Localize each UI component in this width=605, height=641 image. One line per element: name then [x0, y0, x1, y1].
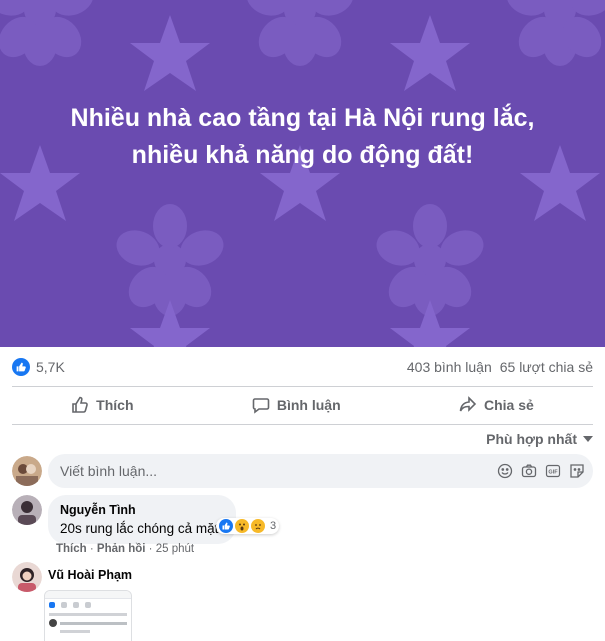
- comment-input-placeholder: Viết bình luận...: [60, 463, 158, 479]
- comment-composer: Viết bình luận... GIF: [12, 454, 593, 488]
- avatar[interactable]: [12, 562, 42, 592]
- wow-reaction-icon: [235, 519, 249, 533]
- post-stats: 5,7K 403 bình luận 65 lượt chia sẻ: [12, 355, 593, 379]
- post-text-line2: nhiều khả năng do động đất!: [131, 141, 474, 169]
- avatar[interactable]: [12, 456, 42, 486]
- comment-item: Nguyễn Tình 20s rung lắc chóng cả mặt: [12, 495, 237, 544]
- comment-text: 20s rung lắc chóng cả mặt: [60, 521, 219, 536]
- comment-bubble: Nguyễn Tình 20s rung lắc chóng cả mặt: [48, 495, 237, 544]
- comment-like-link[interactable]: Thích: [56, 543, 87, 555]
- comment-input[interactable]: Viết bình luận... GIF: [48, 454, 593, 488]
- comment-icon: [252, 398, 270, 414]
- comment-count[interactable]: 403 bình luận: [407, 359, 492, 375]
- camera-icon[interactable]: [521, 463, 537, 479]
- comment-reaction-count: 3: [270, 520, 277, 532]
- sticker-icon[interactable]: [569, 463, 585, 479]
- post-banner[interactable]: Nhiều nhà cao tầng tại Hà Nội rung lắc, …: [0, 0, 605, 347]
- comment-label: Bình luận: [276, 397, 341, 413]
- sort-label: Phù hợp nhất: [486, 431, 577, 447]
- like-label: Thích: [96, 397, 134, 413]
- reaction-count: 5,7K: [36, 359, 65, 375]
- caret-down-icon: [583, 436, 593, 442]
- thumbs-up-icon: [72, 396, 89, 413]
- comment-author[interactable]: Nguyễn Tình: [60, 503, 218, 517]
- like-reaction-icon: [219, 519, 233, 533]
- reaction-summary[interactable]: 5,7K: [12, 358, 65, 376]
- like-button[interactable]: Thích: [71, 396, 134, 414]
- post-text-line1: Nhiều nhà cao tầng tại Hà Nội rung lắc,: [70, 104, 535, 132]
- comment-image-attachment[interactable]: [44, 590, 132, 641]
- comment-reply-link[interactable]: Phản hồi: [97, 543, 146, 555]
- comment-item: Vũ Hoài Phạm: [12, 562, 132, 592]
- like-reaction-icon: [12, 358, 30, 376]
- comment-reactions[interactable]: 3: [216, 518, 280, 534]
- post-action-bar: Thích Bình luận Chia sẻ: [12, 389, 593, 421]
- post-text: Nhiều nhà cao tầng tại Hà Nội rung lắc, …: [20, 100, 585, 174]
- comment-author[interactable]: Vũ Hoài Phạm: [48, 568, 132, 582]
- gif-icon[interactable]: GIF: [545, 463, 561, 479]
- comment-meta: Thích · Phản hồi · 25 phút: [56, 543, 195, 555]
- divider: [12, 386, 593, 387]
- sad-reaction-icon: [251, 519, 265, 533]
- emoji-icon[interactable]: [497, 463, 513, 479]
- comment-sort-dropdown[interactable]: Phù hợp nhất: [486, 431, 593, 447]
- share-icon: [459, 396, 477, 412]
- share-button[interactable]: Chia sẻ: [459, 396, 534, 414]
- svg-text:GIF: GIF: [548, 470, 558, 476]
- share-label: Chia sẻ: [483, 397, 534, 413]
- divider: [12, 424, 593, 425]
- comment-button[interactable]: Bình luận: [252, 396, 341, 414]
- share-count[interactable]: 65 lượt chia sẻ: [500, 359, 593, 375]
- comment-timestamp[interactable]: 25 phút: [156, 543, 194, 555]
- avatar[interactable]: [12, 495, 42, 525]
